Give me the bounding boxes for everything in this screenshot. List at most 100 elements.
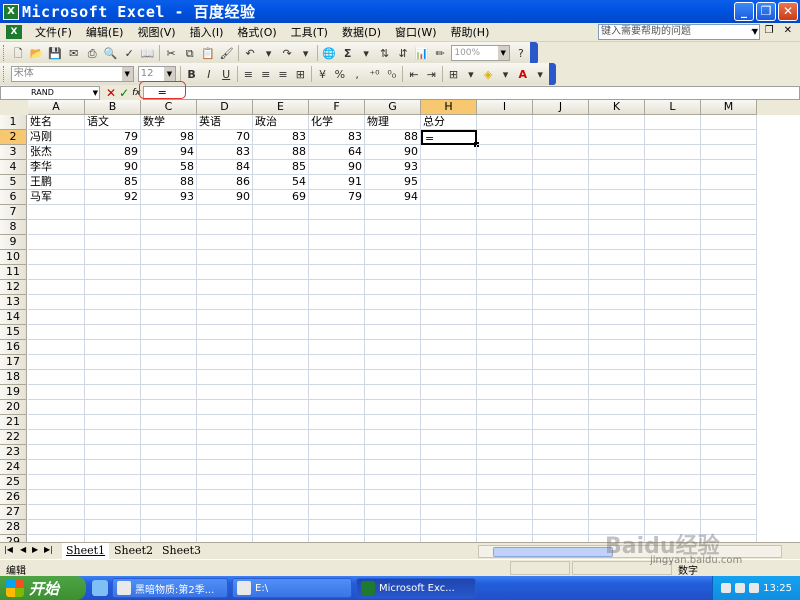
cell-a13[interactable] [28,295,85,310]
cell-c3[interactable]: 94 [141,145,197,160]
row-header[interactable]: 21 [0,415,27,430]
cell-h5[interactable] [421,175,477,190]
cell-j25[interactable] [533,475,589,490]
open-icon[interactable]: 📂 [28,45,45,62]
copy-icon[interactable]: ⧉ [181,45,198,62]
document-icon[interactable]: X [6,25,22,39]
cell-g26[interactable] [365,490,421,505]
row-header[interactable]: 29 [0,535,27,542]
toolbar-grip[interactable] [3,45,6,61]
cell-k6[interactable] [589,190,645,205]
cell-a26[interactable] [28,490,85,505]
cell-k26[interactable] [589,490,645,505]
column-header-d[interactable]: D [197,100,253,115]
cell-a3[interactable]: 张杰 [28,145,85,160]
comma-icon[interactable]: , [349,66,364,83]
first-sheet-icon[interactable]: |◀ [4,545,13,554]
cell-i18[interactable] [477,370,533,385]
toolbar-options-icon[interactable] [548,63,556,85]
cell-g1[interactable]: 物理 [365,115,421,130]
cell-l2[interactable] [645,130,701,145]
cell-e26[interactable] [253,490,309,505]
cell-i4[interactable] [477,160,533,175]
row-header[interactable]: 17 [0,355,27,370]
row-header[interactable]: 7 [0,205,27,220]
cell-e4[interactable]: 85 [253,160,309,175]
cell-j22[interactable] [533,430,589,445]
cell-i13[interactable] [477,295,533,310]
cell-m10[interactable] [701,250,757,265]
cell-b5[interactable]: 85 [85,175,141,190]
cell-k22[interactable] [589,430,645,445]
cell-j27[interactable] [533,505,589,520]
cell-i11[interactable] [477,265,533,280]
cell-d24[interactable] [197,460,253,475]
cell-j24[interactable] [533,460,589,475]
cell-h9[interactable] [421,235,477,250]
cell-l21[interactable] [645,415,701,430]
cell-m23[interactable] [701,445,757,460]
cell-a12[interactable] [28,280,85,295]
cell-h29[interactable] [421,535,477,542]
cell-d18[interactable] [197,370,253,385]
cell-f15[interactable] [309,325,365,340]
cell-a23[interactable] [28,445,85,460]
cell-i7[interactable] [477,205,533,220]
cell-l11[interactable] [645,265,701,280]
cell-f22[interactable] [309,430,365,445]
cell-l18[interactable] [645,370,701,385]
cell-h21[interactable] [421,415,477,430]
cell-k3[interactable] [589,145,645,160]
column-header-j[interactable]: J [533,100,589,115]
cell-m4[interactable] [701,160,757,175]
cell-h26[interactable] [421,490,477,505]
cell-a17[interactable] [28,355,85,370]
fill-color-icon[interactable]: ◈ [480,66,495,83]
cell-m9[interactable] [701,235,757,250]
tab-sheet2[interactable]: Sheet2 [110,543,157,559]
cell-i26[interactable] [477,490,533,505]
row-header[interactable]: 22 [0,430,27,445]
cell-i6[interactable] [477,190,533,205]
cell-d29[interactable] [197,535,253,542]
cell-b16[interactable] [85,340,141,355]
cell-m8[interactable] [701,220,757,235]
cell-k7[interactable] [589,205,645,220]
cell-e11[interactable] [253,265,309,280]
cell-k12[interactable] [589,280,645,295]
tab-sheet1[interactable]: Sheet1 [62,543,110,559]
cell-e27[interactable] [253,505,309,520]
cell-h16[interactable] [421,340,477,355]
cell-b29[interactable] [85,535,141,542]
cell-e12[interactable] [253,280,309,295]
cell-c21[interactable] [141,415,197,430]
sort-ascending-icon[interactable]: ⇅ [376,45,393,62]
cell-l8[interactable] [645,220,701,235]
cell-j10[interactable] [533,250,589,265]
cell-i22[interactable] [477,430,533,445]
row-header[interactable]: 1 [0,115,27,130]
cell-c1[interactable]: 数学 [141,115,197,130]
cell-l17[interactable] [645,355,701,370]
cell-h18[interactable] [421,370,477,385]
cell-h20[interactable] [421,400,477,415]
cell-d15[interactable] [197,325,253,340]
cell-j8[interactable] [533,220,589,235]
cell-f16[interactable] [309,340,365,355]
menu-insert[interactable]: 插入(I) [183,24,231,41]
row-header[interactable]: 11 [0,265,27,280]
cell-h28[interactable] [421,520,477,535]
cell-e17[interactable] [253,355,309,370]
cell-l10[interactable] [645,250,701,265]
cell-h12[interactable] [421,280,477,295]
cell-i12[interactable] [477,280,533,295]
row-header[interactable]: 13 [0,295,27,310]
cell-c26[interactable] [141,490,197,505]
cell-a24[interactable] [28,460,85,475]
cell-m18[interactable] [701,370,757,385]
decrease-decimal-icon[interactable]: ⁰₀ [384,66,399,83]
cell-f19[interactable] [309,385,365,400]
cell-c7[interactable] [141,205,197,220]
cell-k14[interactable] [589,310,645,325]
cell-m24[interactable] [701,460,757,475]
